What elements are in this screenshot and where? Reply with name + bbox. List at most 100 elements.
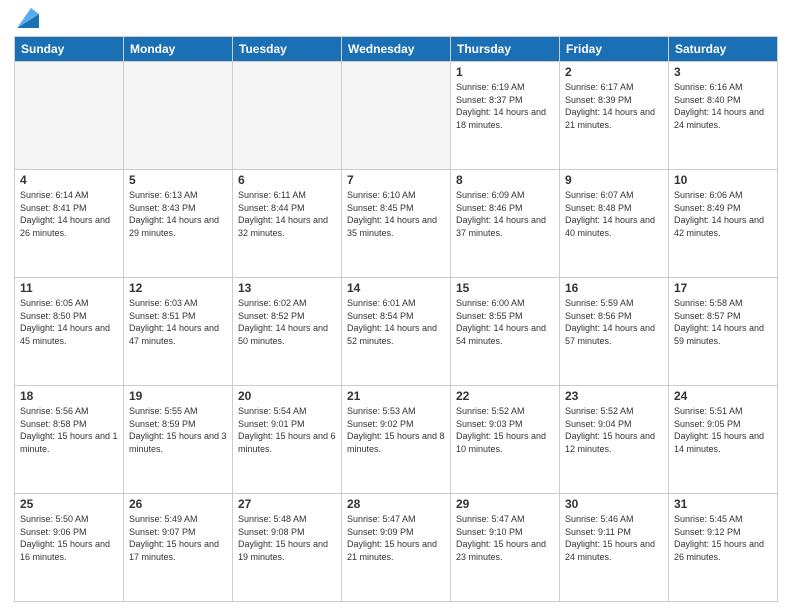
day-number: 8 [456,173,554,187]
day-number: 31 [674,497,772,511]
day-info: Sunrise: 6:09 AM Sunset: 8:46 PM Dayligh… [456,189,554,239]
calendar-cell [233,62,342,170]
calendar-cell: 22 Sunrise: 5:52 AM Sunset: 9:03 PM Dayli… [451,386,560,494]
day-of-week-tuesday: Tuesday [233,37,342,62]
calendar-cell: 23Sunrise: 5:52 AM Sunset: 9:04 PM Dayli… [560,386,669,494]
calendar-week-2: 4Sunrise: 6:14 AM Sunset: 8:41 PM Daylig… [15,170,778,278]
day-number: 28 [347,497,445,511]
day-info: Sunrise: 6:10 AM Sunset: 8:45 PM Dayligh… [347,189,445,239]
calendar-cell: 7 Sunrise: 6:10 AM Sunset: 8:45 PM Daylig… [342,170,451,278]
calendar-week-5: 25 Sunrise: 5:50 AM Sunset: 9:06 PM Dayli… [15,494,778,602]
calendar-cell: 30 Sunrise: 5:46 AM Sunset: 9:11 PM Dayli… [560,494,669,602]
calendar-week-1: 1 Sunrise: 6:19 AM Sunset: 8:37 PM Daylig… [15,62,778,170]
day-info: Sunrise: 5:53 AM Sunset: 9:02 PM Dayligh… [347,405,445,455]
day-info: Sunrise: 5:54 AM Sunset: 9:01 PM Dayligh… [238,405,336,455]
calendar-cell: 18 Sunrise: 5:56 AM Sunset: 8:58 PM Dayli… [15,386,124,494]
header [14,10,778,28]
day-info: Sunrise: 5:52 AM Sunset: 9:03 PM Dayligh… [456,405,554,455]
day-number: 21 [347,389,445,403]
calendar-cell: 1 Sunrise: 6:19 AM Sunset: 8:37 PM Daylig… [451,62,560,170]
calendar-cell [15,62,124,170]
day-info: Sunrise: 6:01 AM Sunset: 8:54 PM Dayligh… [347,297,445,347]
calendar-cell: 17Sunrise: 5:58 AM Sunset: 8:57 PM Dayli… [669,278,778,386]
day-number: 16 [565,281,663,295]
day-number: 5 [129,173,227,187]
day-number: 2 [565,65,663,79]
calendar-cell: 4Sunrise: 6:14 AM Sunset: 8:41 PM Daylig… [15,170,124,278]
day-number: 15 [456,281,554,295]
day-number: 6 [238,173,336,187]
day-number: 29 [456,497,554,511]
day-of-week-thursday: Thursday [451,37,560,62]
calendar-header-row: SundayMondayTuesdayWednesdayThursdayFrid… [15,37,778,62]
day-number: 26 [129,497,227,511]
day-number: 9 [565,173,663,187]
day-info: Sunrise: 6:02 AM Sunset: 8:52 PM Dayligh… [238,297,336,347]
day-number: 30 [565,497,663,511]
day-number: 14 [347,281,445,295]
day-number: 13 [238,281,336,295]
day-number: 11 [20,281,118,295]
calendar-cell: 19Sunrise: 5:55 AM Sunset: 8:59 PM Dayli… [124,386,233,494]
day-of-week-friday: Friday [560,37,669,62]
logo [14,10,39,28]
calendar-cell: 10Sunrise: 6:06 AM Sunset: 8:49 PM Dayli… [669,170,778,278]
calendar-cell: 13 Sunrise: 6:02 AM Sunset: 8:52 PM Dayli… [233,278,342,386]
day-number: 22 [456,389,554,403]
day-info: Sunrise: 5:49 AM Sunset: 9:07 PM Dayligh… [129,513,227,563]
day-number: 18 [20,389,118,403]
day-info: Sunrise: 5:59 AM Sunset: 8:56 PM Dayligh… [565,297,663,347]
day-info: Sunrise: 5:55 AM Sunset: 8:59 PM Dayligh… [129,405,227,455]
day-info: Sunrise: 6:06 AM Sunset: 8:49 PM Dayligh… [674,189,772,239]
calendar-cell: 26 Sunrise: 5:49 AM Sunset: 9:07 PM Dayli… [124,494,233,602]
day-number: 20 [238,389,336,403]
calendar-cell: 31 Sunrise: 5:45 AM Sunset: 9:12 PM Dayli… [669,494,778,602]
day-number: 1 [456,65,554,79]
day-number: 7 [347,173,445,187]
day-of-week-sunday: Sunday [15,37,124,62]
day-number: 4 [20,173,118,187]
day-info: Sunrise: 5:45 AM Sunset: 9:12 PM Dayligh… [674,513,772,563]
day-of-week-saturday: Saturday [669,37,778,62]
calendar-cell: 5 Sunrise: 6:13 AM Sunset: 8:43 PM Daylig… [124,170,233,278]
calendar-cell: 2Sunrise: 6:17 AM Sunset: 8:39 PM Daylig… [560,62,669,170]
day-info: Sunrise: 6:19 AM Sunset: 8:37 PM Dayligh… [456,81,554,131]
calendar-cell: 28 Sunrise: 5:47 AM Sunset: 9:09 PM Dayli… [342,494,451,602]
day-info: Sunrise: 5:46 AM Sunset: 9:11 PM Dayligh… [565,513,663,563]
logo-icon [17,6,39,28]
day-number: 27 [238,497,336,511]
calendar-cell [342,62,451,170]
day-number: 12 [129,281,227,295]
calendar-cell: 24 Sunrise: 5:51 AM Sunset: 9:05 PM Dayli… [669,386,778,494]
day-info: Sunrise: 5:47 AM Sunset: 9:09 PM Dayligh… [347,513,445,563]
calendar-cell: 9Sunrise: 6:07 AM Sunset: 8:48 PM Daylig… [560,170,669,278]
calendar-cell: 12Sunrise: 6:03 AM Sunset: 8:51 PM Dayli… [124,278,233,386]
day-info: Sunrise: 5:56 AM Sunset: 8:58 PM Dayligh… [20,405,118,455]
calendar-cell: 3Sunrise: 6:16 AM Sunset: 8:40 PM Daylig… [669,62,778,170]
day-info: Sunrise: 5:48 AM Sunset: 9:08 PM Dayligh… [238,513,336,563]
page: SundayMondayTuesdayWednesdayThursdayFrid… [0,0,792,612]
day-info: Sunrise: 6:11 AM Sunset: 8:44 PM Dayligh… [238,189,336,239]
day-info: Sunrise: 5:47 AM Sunset: 9:10 PM Dayligh… [456,513,554,563]
calendar-cell: 11Sunrise: 6:05 AM Sunset: 8:50 PM Dayli… [15,278,124,386]
calendar-cell: 27 Sunrise: 5:48 AM Sunset: 9:08 PM Dayli… [233,494,342,602]
calendar-week-3: 11Sunrise: 6:05 AM Sunset: 8:50 PM Dayli… [15,278,778,386]
day-of-week-wednesday: Wednesday [342,37,451,62]
day-number: 24 [674,389,772,403]
day-info: Sunrise: 6:00 AM Sunset: 8:55 PM Dayligh… [456,297,554,347]
day-info: Sunrise: 6:13 AM Sunset: 8:43 PM Dayligh… [129,189,227,239]
day-info: Sunrise: 5:50 AM Sunset: 9:06 PM Dayligh… [20,513,118,563]
day-number: 23 [565,389,663,403]
calendar-cell: 29 Sunrise: 5:47 AM Sunset: 9:10 PM Dayli… [451,494,560,602]
day-number: 3 [674,65,772,79]
calendar-cell [124,62,233,170]
calendar-cell: 20 Sunrise: 5:54 AM Sunset: 9:01 PM Dayli… [233,386,342,494]
day-info: Sunrise: 5:51 AM Sunset: 9:05 PM Dayligh… [674,405,772,455]
calendar-week-4: 18 Sunrise: 5:56 AM Sunset: 8:58 PM Dayli… [15,386,778,494]
day-info: Sunrise: 5:58 AM Sunset: 8:57 PM Dayligh… [674,297,772,347]
day-number: 25 [20,497,118,511]
calendar-cell: 6 Sunrise: 6:11 AM Sunset: 8:44 PM Daylig… [233,170,342,278]
day-of-week-monday: Monday [124,37,233,62]
calendar-cell: 15 Sunrise: 6:00 AM Sunset: 8:55 PM Dayli… [451,278,560,386]
calendar-cell: 21 Sunrise: 5:53 AM Sunset: 9:02 PM Dayli… [342,386,451,494]
